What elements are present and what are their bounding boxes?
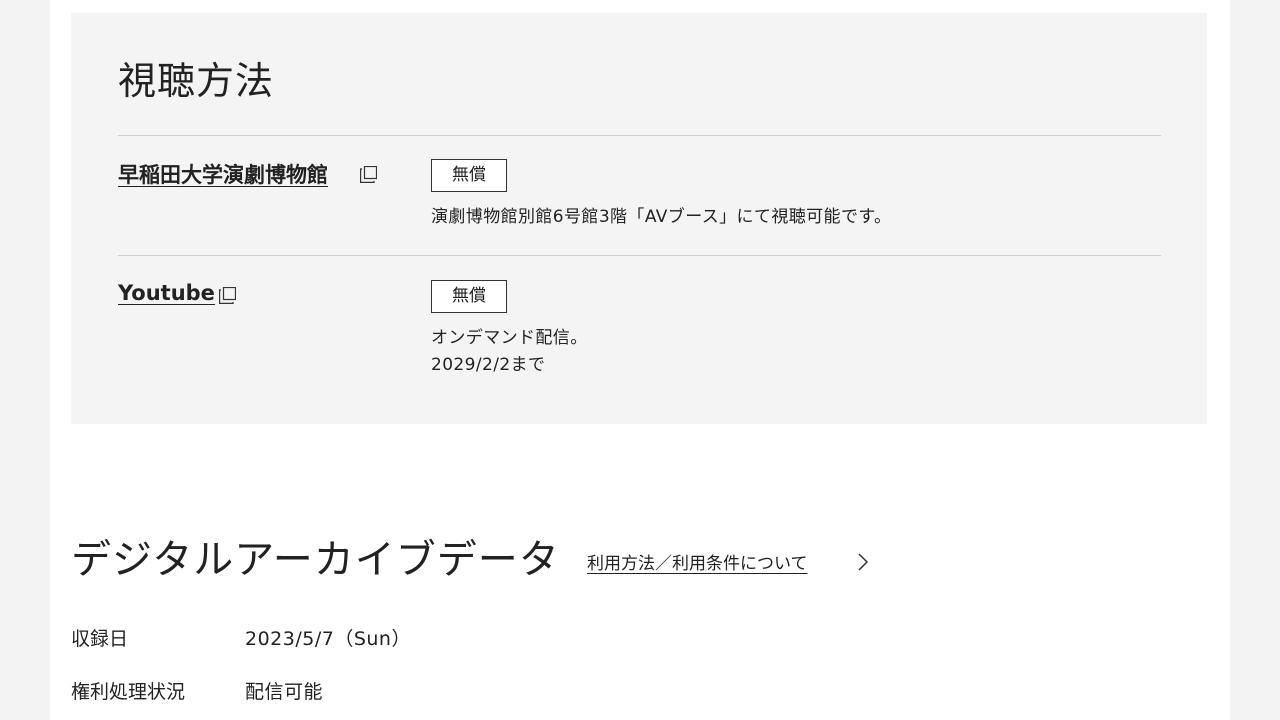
viewing-methods-section: 視聴方法 早稲田大学演劇博物館 無償 演劇博物館別館6号館3階「AVブース」にて… bbox=[71, 13, 1207, 424]
method-description: 演劇博物館別館6号館3階「AVブース」にて視聴可能です。 bbox=[431, 204, 891, 231]
price-badge: 無償 bbox=[431, 280, 507, 313]
chevron-right-icon[interactable] bbox=[857, 552, 869, 572]
method-description: オンデマンド配信。 2029/2/2まで bbox=[431, 325, 588, 379]
method-description-line: オンデマンド配信。 bbox=[431, 328, 588, 348]
rights-status-label: 権利処理状況 bbox=[71, 681, 186, 703]
method-description-line: 演劇博物館別館6号館3階「AVブース」にて視聴可能です。 bbox=[431, 207, 892, 227]
external-window-icon[interactable] bbox=[219, 287, 236, 304]
divider bbox=[118, 135, 1161, 136]
usage-terms-link[interactable]: 利用方法／利用条件について bbox=[587, 549, 808, 574]
recording-date-label: 収録日 bbox=[71, 628, 129, 650]
rights-status-value: 配信可能 bbox=[245, 681, 324, 703]
divider bbox=[118, 255, 1161, 256]
recording-date-value: 2023/5/7（Sun） bbox=[245, 628, 411, 650]
method-link-youtube[interactable]: Youtube bbox=[118, 281, 215, 305]
method-description-line: 2029/2/2まで bbox=[431, 355, 546, 375]
viewing-methods-title: 視聴方法 bbox=[118, 59, 275, 103]
method-link-waseda-museum[interactable]: 早稲田大学演劇博物館 bbox=[118, 159, 328, 189]
external-window-icon[interactable] bbox=[360, 166, 377, 183]
digital-archive-title: デジタルアーカイブデータ bbox=[71, 537, 560, 583]
price-badge: 無償 bbox=[431, 159, 507, 192]
page-content: 視聴方法 早稲田大学演劇博物館 無償 演劇博物館別館6号館3階「AVブース」にて… bbox=[50, 0, 1230, 720]
